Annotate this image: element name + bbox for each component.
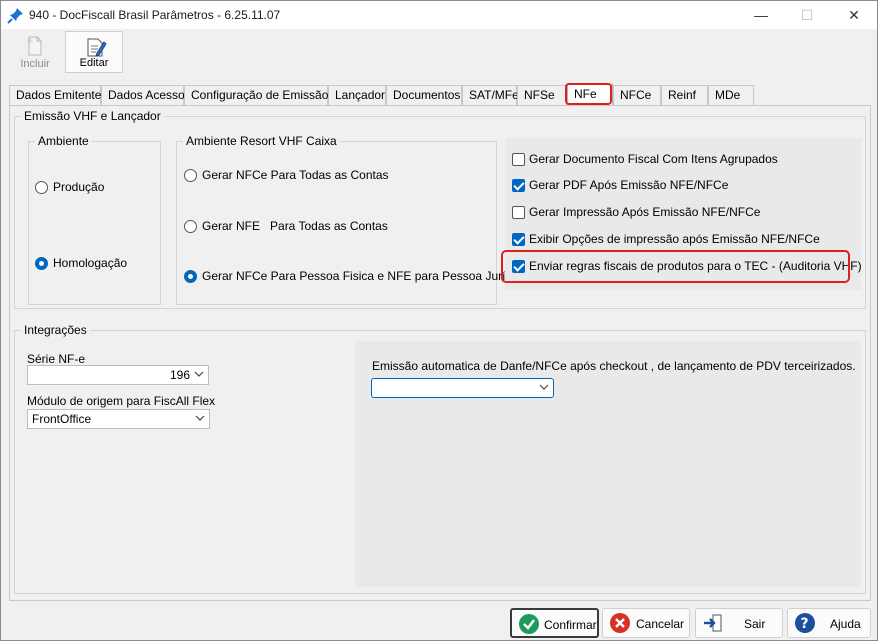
minimize-button[interactable]: — <box>738 1 784 29</box>
resort-legend: Ambiente Resort VHF Caixa <box>186 134 337 148</box>
emissao-automatica-label: Emissão automatica de Danfe/NFCe após ch… <box>372 359 856 373</box>
confirmar-button[interactable]: Confirmar <box>510 608 599 638</box>
emissao-legend: Emissão VHF e Lançador <box>24 109 161 123</box>
tab-strip: Dados Emitente Dados Acesso Configuração… <box>9 84 871 105</box>
title-bar: 940 - DocFiscall Brasil Parâmetros - 6.2… <box>1 1 877 29</box>
chevron-down-icon <box>539 384 549 390</box>
svg-text:✳: ✳ <box>26 37 34 47</box>
incluir-button[interactable]: ✳ Incluir <box>6 31 64 73</box>
cancel-icon <box>610 613 630 633</box>
tab-documentos[interactable]: Documentos <box>386 85 462 105</box>
toolbar: ✳ Incluir Editar <box>1 29 877 75</box>
serie-nfe-combo[interactable]: 196 <box>27 365 209 385</box>
tab-dados-emitente[interactable]: Dados Emitente <box>9 85 101 105</box>
exit-door-icon <box>704 614 722 632</box>
tab-mde[interactable]: MDe <box>708 85 754 105</box>
editar-button[interactable]: Editar <box>65 31 123 73</box>
chevron-down-icon <box>194 371 204 377</box>
bottom-bar: Confirmar Cancelar Sair ? Ajuda <box>1 603 877 641</box>
modulo-origem-value: FrontOffice <box>32 412 92 426</box>
help-icon: ? <box>795 613 815 633</box>
pin-icon <box>7 8 23 24</box>
serie-nfe-label: Série NF-e <box>27 352 86 366</box>
emissao-automatica-combo[interactable] <box>371 378 554 398</box>
edit-document-icon <box>87 38 107 57</box>
tab-nfse[interactable]: NFSe <box>517 85 567 105</box>
ambiente-group: Ambiente <box>28 134 161 305</box>
check-circle-icon <box>519 614 539 634</box>
ambiente-legend: Ambiente <box>38 134 89 148</box>
incluir-label: Incluir <box>20 58 50 70</box>
tab-sat-mfe[interactable]: SAT/MFe <box>462 85 519 105</box>
tab-configuracao-emissao[interactable]: Configuração de Emissão <box>184 85 328 105</box>
serie-nfe-value: 196 <box>169 368 190 382</box>
window-title: 940 - DocFiscall Brasil Parâmetros - 6.2… <box>29 8 281 22</box>
modulo-origem-combo[interactable]: FrontOffice <box>27 409 210 429</box>
editar-label: Editar <box>79 57 109 69</box>
enviar-regras-highlight <box>501 250 850 283</box>
svg-text:?: ? <box>801 616 809 632</box>
tab-dados-acesso[interactable]: Dados Acesso <box>101 85 185 105</box>
maximize-button[interactable]: ☐ <box>784 1 830 29</box>
modulo-origem-label: Módulo de origem para FiscAll Flex <box>27 394 216 408</box>
new-document-icon: ✳ <box>26 36 42 56</box>
integracoes-legend: Integrações <box>24 323 87 337</box>
nfe-tab-panel: Emissão VHF e Lançador Ambiente Produção… <box>9 105 871 601</box>
sair-button[interactable]: Sair <box>695 608 783 638</box>
app-window: 940 - DocFiscall Brasil Parâmetros - 6.2… <box>0 0 878 641</box>
close-button[interactable]: ✕ <box>831 1 877 29</box>
tab-lancador[interactable]: Lançador <box>328 85 386 105</box>
cancelar-button[interactable]: Cancelar <box>602 608 690 638</box>
chevron-down-icon <box>195 415 205 421</box>
ajuda-button[interactable]: ? Ajuda <box>787 608 871 638</box>
tab-nfce[interactable]: NFCe <box>613 85 661 105</box>
tab-reinf[interactable]: Reinf <box>661 85 708 105</box>
nfe-tab-highlight <box>565 83 612 105</box>
